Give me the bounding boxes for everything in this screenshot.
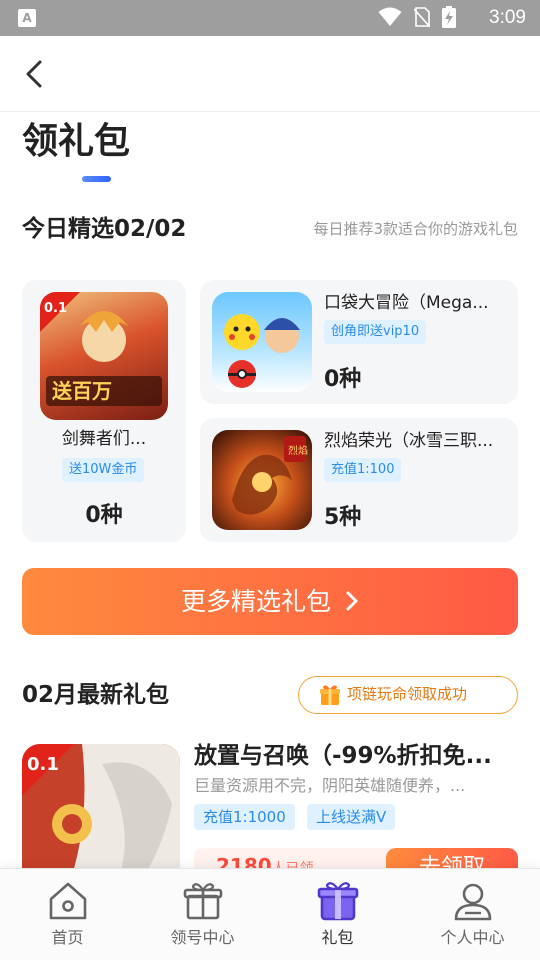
wifi-icon — [378, 7, 402, 26]
featured-game-card[interactable]: 0.1 送百万 剑舞者们... 送10W金币 0种 — [22, 280, 186, 542]
bottom-tab-bar: 首页 领号中心 礼包 个人中心 — [0, 868, 540, 960]
status-icons — [378, 6, 456, 28]
latest-game-name: 放置与召唤（-99%折扣免... — [194, 743, 492, 769]
no-sim-icon — [414, 7, 430, 27]
game-tag: 充值1:100 — [324, 458, 402, 482]
battery-charging-icon — [442, 6, 456, 28]
status-bar: A 3:09 — [0, 0, 540, 36]
tab-account-center[interactable]: 领号中心 — [135, 869, 270, 960]
chevron-right-icon — [345, 570, 359, 637]
page-title: 领礼包 — [22, 121, 131, 162]
tab-profile[interactable]: 个人中心 — [405, 869, 540, 960]
nav-header — [0, 36, 540, 112]
user-icon — [451, 879, 495, 927]
claim-notice-text: 项链玩命领取成功 — [347, 685, 468, 703]
tab-gifts[interactable]: 礼包 — [270, 869, 405, 960]
latest-game-tag: 上线送满V — [307, 804, 396, 830]
more-gifts-label: 更多精选礼包 — [180, 587, 331, 616]
tab-label: 领号中心 — [170, 928, 235, 947]
more-gifts-button[interactable]: 更多精选礼包 — [22, 568, 518, 635]
game-name: 剑舞者们... — [61, 429, 147, 449]
game-name: 口袋大冒险（Mega... — [324, 293, 489, 313]
back-button[interactable] — [18, 54, 52, 94]
tab-home[interactable]: 首页 — [0, 869, 135, 960]
gift-count: 0种 — [85, 503, 123, 528]
title-underline — [82, 176, 111, 182]
gift-count: 0种 — [324, 367, 362, 392]
notification-badge-icon: A — [18, 9, 36, 27]
tab-label: 个人中心 — [440, 928, 505, 947]
svg-text:0.1: 0.1 — [44, 301, 67, 316]
game-tag: 送10W金币 — [62, 458, 145, 482]
pocket-adventure-game-icon — [212, 292, 312, 392]
clock: 3:09 — [489, 7, 526, 28]
latest-game-tag: 充值1:1000 — [194, 804, 295, 830]
gift-icon — [319, 684, 341, 719]
game-tag: 创角即送vip10 — [324, 320, 427, 344]
latest-game-description: 巨量资源用不完，阴阳英雄随便养，... — [194, 776, 466, 795]
featured-game-card[interactable]: 烈焰 烈焰荣光（冰雪三职... 充值1:100 5种 — [200, 418, 518, 542]
tab-label: 首页 — [51, 928, 84, 947]
home-icon — [46, 879, 90, 927]
game-name: 烈焰荣光（冰雪三职... — [324, 431, 494, 451]
featured-game-card[interactable]: 口袋大冒险（Mega... 创角即送vip10 0种 — [200, 280, 518, 404]
gift-box-icon — [181, 879, 225, 927]
tab-label: 礼包 — [321, 928, 354, 947]
gift-package-icon — [316, 879, 360, 927]
chevron-left-icon — [26, 60, 42, 88]
svg-text:0.1: 0.1 — [27, 754, 59, 775]
flame-glory-game-icon: 烈焰 — [212, 430, 312, 530]
latest-section-title: 02月最新礼包 — [22, 682, 170, 708]
svg-text:送百万: 送百万 — [52, 379, 112, 403]
svg-text:烈焰: 烈焰 — [288, 444, 308, 457]
claim-notice: 项链玩命领取成功 — [298, 676, 518, 714]
today-section-subtitle: 每日推荐3款适合你的游戏礼包 — [313, 220, 518, 238]
gift-count: 5种 — [324, 505, 362, 530]
sword-dancer-game-icon: 0.1 送百万 — [40, 292, 168, 420]
today-section-title: 今日精选02/02 — [22, 216, 187, 242]
